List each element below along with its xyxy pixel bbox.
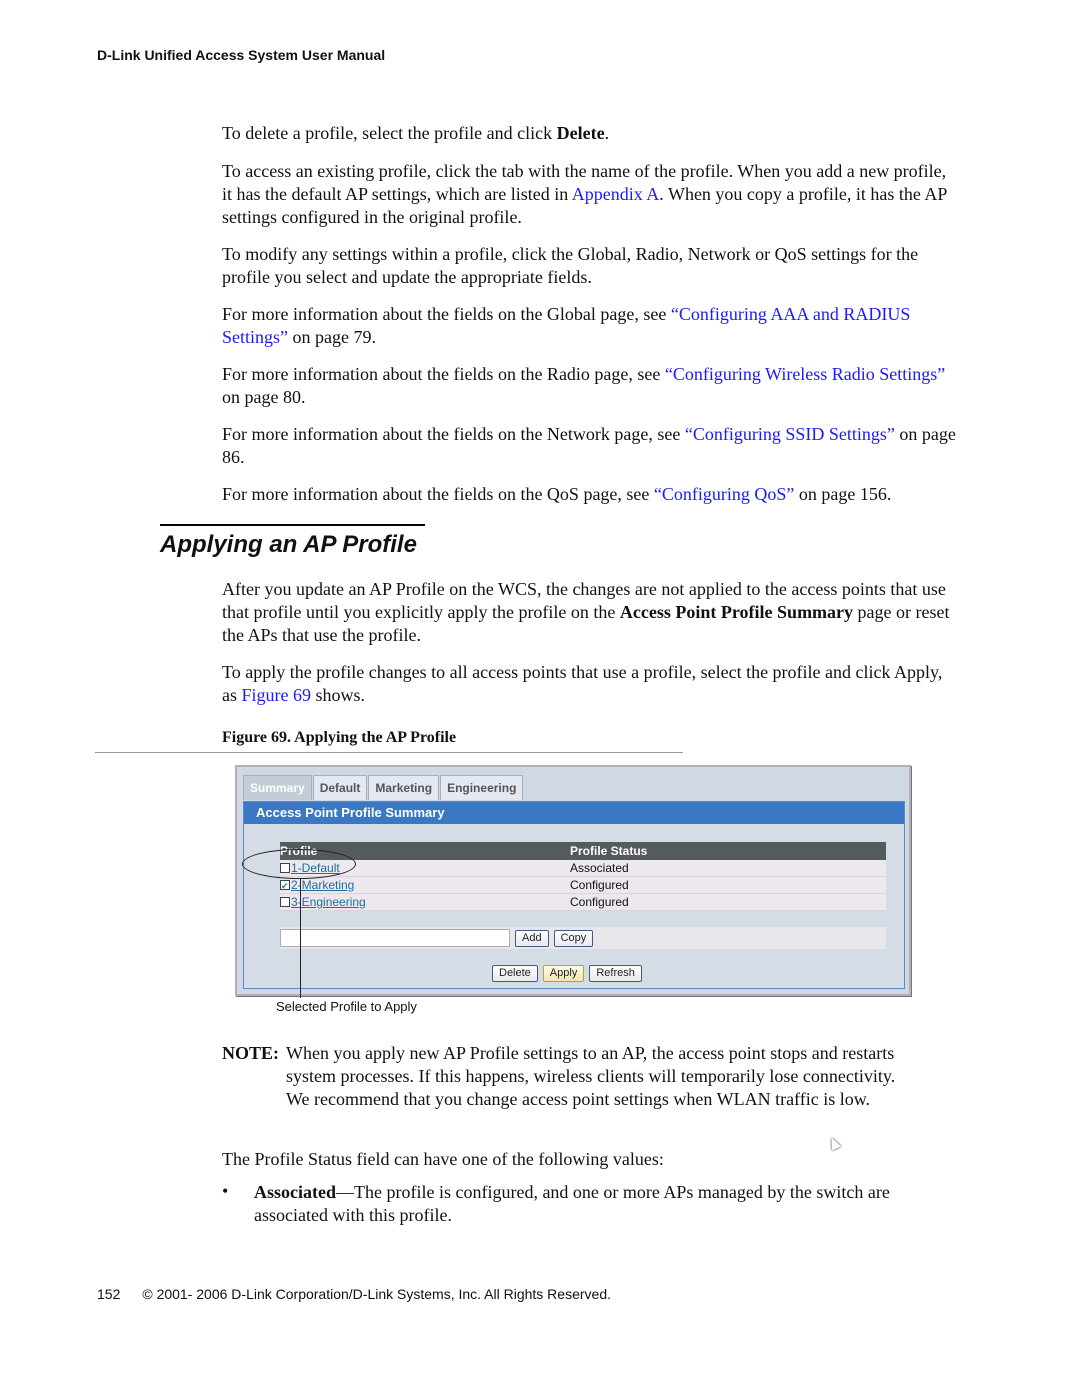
action-buttons: Delete Apply Refresh bbox=[492, 965, 842, 1151]
bullet-marker: • bbox=[222, 1181, 229, 1201]
paragraph-apply: To apply the profile changes to all acce… bbox=[222, 662, 943, 705]
paragraph-modify: To modify any settings within a profile,… bbox=[222, 244, 919, 287]
paragraph-qos: For more information about the fields on… bbox=[222, 484, 892, 504]
note-label: NOTE: bbox=[222, 1043, 280, 1063]
col-profile-status: Profile Status bbox=[570, 844, 648, 858]
paragraph-after-update: After you update an AP Profile on the WC… bbox=[222, 579, 950, 645]
figure-69-link[interactable]: Figure 69 bbox=[242, 685, 312, 705]
manual-header: D-Link Unified Access System User Manual bbox=[97, 47, 386, 63]
apply-button[interactable]: Apply bbox=[542, 965, 585, 982]
ssid-settings-link[interactable]: “Configuring SSID Settings” bbox=[685, 424, 895, 444]
panel-title: Access Point Profile Summary bbox=[244, 802, 904, 824]
profile-checkbox[interactable] bbox=[280, 897, 290, 907]
profile-status: Associated bbox=[570, 861, 629, 875]
table-row: 2-Marketing Configured bbox=[280, 877, 886, 894]
profile-checkbox[interactable] bbox=[280, 878, 290, 894]
callout-label: Selected Profile to Apply bbox=[276, 999, 417, 1014]
paragraph-access-profile: To access an existing profile, click the… bbox=[222, 161, 947, 227]
tab-engineering[interactable]: Engineering bbox=[440, 775, 524, 800]
figure-rule bbox=[95, 752, 683, 753]
profile-tabs: Summary Default Marketing Engineering bbox=[243, 775, 524, 801]
delete-button[interactable]: Delete bbox=[492, 965, 538, 982]
profile-status: Configured bbox=[570, 895, 629, 909]
profile-status: Configured bbox=[570, 878, 629, 892]
add-button[interactable]: Add bbox=[515, 929, 549, 947]
add-profile-row: Add Copy bbox=[280, 927, 886, 949]
paragraph-network: For more information about the fields on… bbox=[222, 424, 956, 467]
copy-button[interactable]: Copy bbox=[553, 929, 594, 947]
section-rule bbox=[160, 524, 425, 526]
table-row: 3-Engineering Configured bbox=[280, 894, 886, 911]
paragraph-global: For more information about the fields on… bbox=[222, 304, 911, 347]
profile-link[interactable]: 3-Engineering bbox=[291, 894, 366, 910]
appendix-a-link[interactable]: Appendix A bbox=[572, 184, 660, 204]
copyright: © 2001- 2006 D-Link Corporation/D-Link S… bbox=[142, 1286, 611, 1302]
status-intro: The Profile Status field can have one of… bbox=[222, 1149, 664, 1169]
note-text: When you apply new AP Profile settings t… bbox=[286, 1043, 896, 1109]
bullet-associated: Associated—The profile is configured, an… bbox=[254, 1182, 890, 1225]
tab-marketing[interactable]: Marketing bbox=[368, 775, 440, 800]
table-row: 1-Default Associated bbox=[280, 860, 886, 877]
callout-ellipse bbox=[242, 849, 356, 879]
paragraph-radio: For more information about the fields on… bbox=[222, 364, 946, 407]
ap-profile-screenshot: Summary Default Marketing Engineering Ac… bbox=[235, 765, 911, 1151]
page-footer: 152 © 2001- 2006 D-Link Corporation/D-Lin… bbox=[97, 1286, 633, 1302]
summary-panel: Access Point Profile Summary Profile Pro… bbox=[243, 801, 905, 1151]
qos-link[interactable]: “Configuring QoS” bbox=[654, 484, 794, 504]
new-profile-input[interactable] bbox=[280, 929, 510, 947]
refresh-button[interactable]: Refresh bbox=[589, 965, 642, 982]
table-header: Profile Profile Status bbox=[280, 842, 886, 860]
paragraph-delete: To delete a profile, select the profile … bbox=[222, 123, 610, 143]
profile-table: Profile Profile Status 1-Default Associa… bbox=[280, 842, 886, 911]
section-title: Applying an AP Profile bbox=[160, 531, 417, 558]
callout-line bbox=[300, 878, 301, 998]
tab-summary[interactable]: Summary bbox=[243, 775, 312, 800]
figure-caption: Figure 69. Applying the AP Profile bbox=[222, 729, 457, 746]
wireless-radio-link[interactable]: “Configuring Wireless Radio Settings” bbox=[665, 364, 945, 384]
page-number: 152 bbox=[97, 1286, 121, 1302]
tab-default[interactable]: Default bbox=[312, 775, 368, 800]
note-block: NOTE: When you apply new AP Profile sett… bbox=[222, 1042, 922, 1111]
